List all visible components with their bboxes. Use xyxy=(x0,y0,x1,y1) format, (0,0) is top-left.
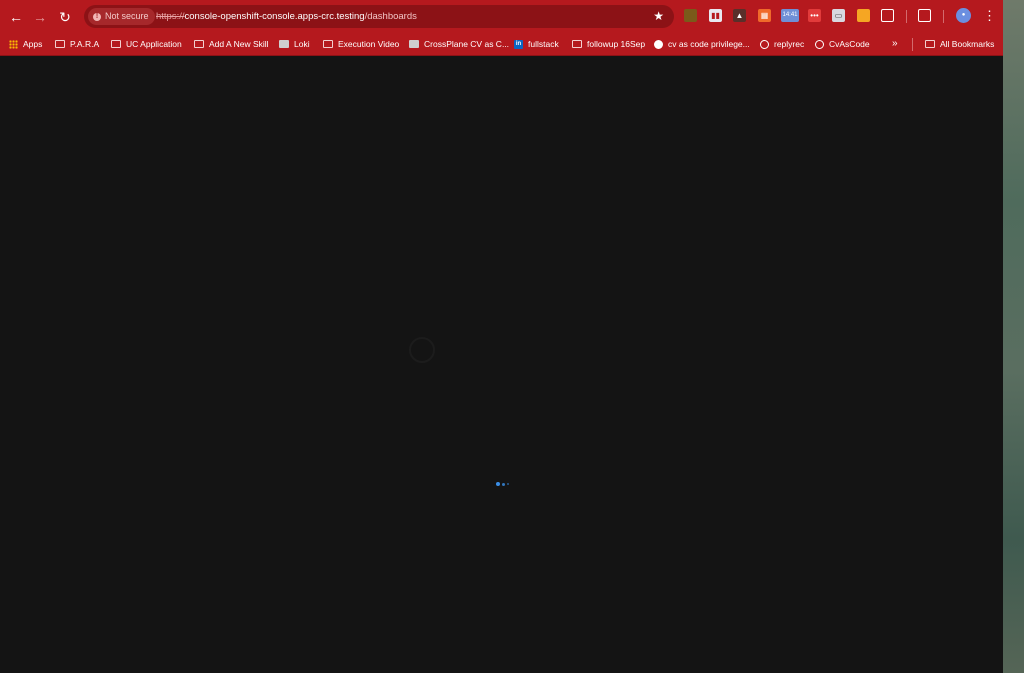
bookmark-fullstack[interactable]: in fullstack xyxy=(514,33,559,55)
reload-icon: ↻ xyxy=(59,9,71,25)
back-button[interactable]: ← xyxy=(6,7,26,27)
bookmark-label: cv as code privilege... xyxy=(668,39,750,49)
url-scheme: https:// xyxy=(156,11,185,22)
bookmark-label: UC Application xyxy=(126,39,182,49)
extension-corner-icon[interactable] xyxy=(857,9,870,22)
favicon-icon xyxy=(409,40,419,48)
security-label: Not secure xyxy=(105,11,149,21)
bookmark-star-button[interactable]: ★ xyxy=(653,5,664,28)
all-bookmarks-button[interactable]: All Bookmarks xyxy=(925,33,994,55)
browser-menu-button[interactable]: ⋮ xyxy=(983,7,996,25)
bookmark-label: replyrec xyxy=(774,39,805,49)
bookmark-replyrec[interactable]: replyrec xyxy=(760,33,804,55)
bookmark-cv-as-code[interactable]: cv as code privilege... xyxy=(654,33,750,55)
extension-timer-badge: 14:41 xyxy=(782,12,798,18)
extension-dots-icon[interactable]: ••• xyxy=(808,9,821,22)
bookmark-folder-uc-application[interactable]: UC Application xyxy=(111,33,182,55)
bookmark-crossplane[interactable]: CrossPlane CV as C... xyxy=(409,33,509,55)
folder-icon xyxy=(111,40,121,48)
extension-calendar-icon[interactable]: ▦ xyxy=(758,9,771,22)
arrow-left-icon: ← xyxy=(9,9,23,25)
profile-avatar[interactable]: ● xyxy=(956,8,971,23)
bookmark-label: fullstack xyxy=(528,39,559,49)
bookmark-folder-add-skill[interactable]: Add A New Skill xyxy=(194,33,269,55)
extension-puzzle-icon[interactable] xyxy=(684,9,697,22)
chevron-double-right-icon: » xyxy=(892,38,898,49)
bookmark-label: Apps xyxy=(23,39,43,49)
reload-button[interactable]: ↻ xyxy=(55,7,75,27)
star-icon: ★ xyxy=(653,9,664,23)
more-vertical-icon: ⋮ xyxy=(983,8,996,23)
loading-dot xyxy=(496,482,500,486)
bookmark-label: Add A New Skill xyxy=(209,39,269,49)
extension-timer-icon[interactable]: 14:41 xyxy=(781,9,799,22)
forward-button[interactable]: → xyxy=(30,7,50,27)
bookmarks-bar: Apps P.A.R.A UC Application Add A New Sk… xyxy=(0,33,1003,56)
folder-icon xyxy=(323,40,333,48)
bookmarks-overflow-button[interactable]: » xyxy=(892,33,898,55)
bookmark-label: All Bookmarks xyxy=(940,39,995,49)
browser-toolbar: ← → ↻ ! Not secure https://console-opens… xyxy=(0,0,1003,33)
bookmark-folder-para[interactable]: P.A.R.A xyxy=(55,33,99,55)
url-path: /dashboards xyxy=(364,11,417,22)
favicon-icon xyxy=(279,40,289,48)
page-content xyxy=(0,56,1003,673)
extension-reader-icon[interactable]: ▮▮ xyxy=(709,9,722,22)
folder-icon xyxy=(925,40,935,48)
bookmark-folder-followup[interactable]: followup 16Sep xyxy=(572,33,645,55)
loading-dots xyxy=(496,482,509,486)
openai-icon xyxy=(815,39,824,49)
bookmark-cvascode[interactable]: CvAsCode xyxy=(815,33,870,55)
bookmark-loki[interactable]: Loki xyxy=(279,33,310,55)
bookmark-apps[interactable]: Apps xyxy=(9,33,42,55)
bookmark-folder-execution-video[interactable]: Execution Video xyxy=(323,33,399,55)
loading-spinner-icon xyxy=(409,337,435,363)
warning-icon: ! xyxy=(93,12,101,21)
toolbar-divider xyxy=(943,10,944,23)
apps-grid-icon xyxy=(9,39,18,49)
bookmark-label: P.A.R.A xyxy=(70,39,100,49)
folder-icon xyxy=(572,40,582,48)
bookmark-label: Execution Video xyxy=(338,39,400,49)
address-bar[interactable]: ! Not secure https://console-openshift-c… xyxy=(84,5,674,28)
browser-window: ← → ↻ ! Not secure https://console-opens… xyxy=(0,0,1003,673)
loading-dot xyxy=(507,483,509,485)
security-chip[interactable]: ! Not secure xyxy=(88,8,155,25)
bookmark-label: Loki xyxy=(294,39,310,49)
arrow-right-icon: → xyxy=(33,9,47,25)
bookmark-label: CvAsCode xyxy=(829,39,870,49)
bookmark-label: CrossPlane CV as C... xyxy=(424,39,510,49)
loading-dot xyxy=(502,482,505,486)
linkedin-icon: in xyxy=(514,39,523,49)
folder-icon xyxy=(55,40,65,48)
openai-icon xyxy=(760,39,769,49)
bookmark-label: followup 16Sep xyxy=(587,39,646,49)
url-host: console-openshift-console.apps-crc.testi… xyxy=(184,11,365,22)
bookmarks-divider xyxy=(912,38,913,51)
folder-icon xyxy=(194,40,204,48)
desktop-background xyxy=(1003,0,1024,673)
github-icon xyxy=(654,39,663,49)
screenshot-icon[interactable] xyxy=(918,9,931,22)
toolbar-divider xyxy=(906,10,907,23)
extensions-puzzle-icon[interactable] xyxy=(881,9,894,22)
url-text[interactable]: https://console-openshift-console.apps-c… xyxy=(156,5,417,28)
extension-window-icon[interactable]: ▭ xyxy=(832,9,845,22)
extension-drop-icon[interactable]: ▲ xyxy=(733,9,746,22)
